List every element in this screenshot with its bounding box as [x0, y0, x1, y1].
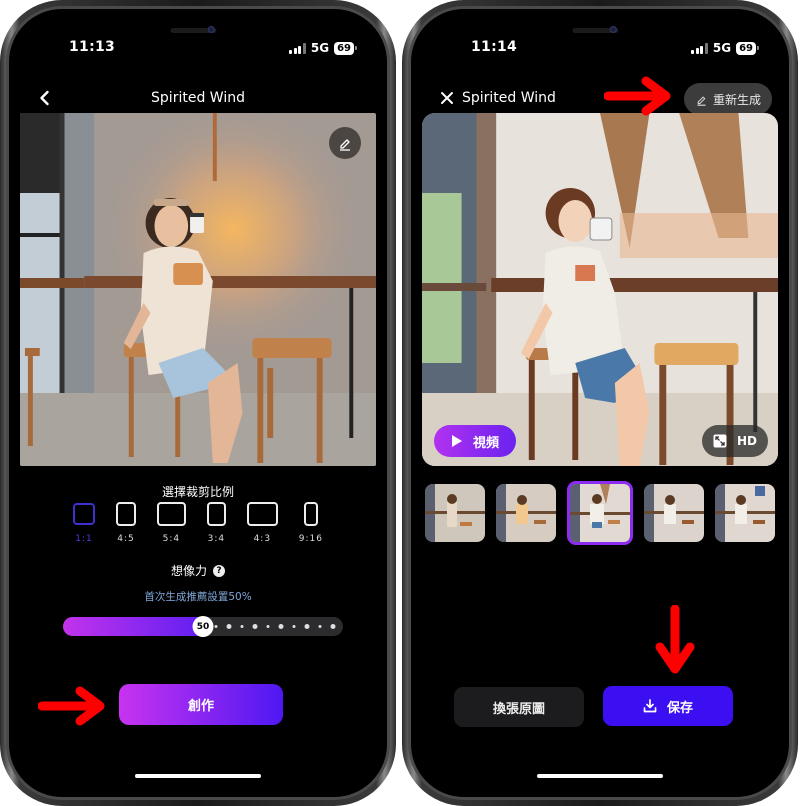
network-type: 5G — [712, 41, 732, 55]
front-camera — [207, 26, 215, 33]
result-thumbnails — [425, 481, 775, 545]
nav-bar: Spirited Wind 重新生成 — [411, 81, 789, 117]
imagination-slider[interactable]: 50 — [63, 616, 343, 637]
play-icon — [451, 435, 462, 447]
battery-icon: 69 — [736, 41, 759, 55]
save-button[interactable]: 保存 — [603, 686, 733, 726]
slider-tick — [304, 624, 310, 629]
front-camera — [609, 26, 617, 33]
signal-icon — [289, 42, 306, 54]
regenerate-label: 重新生成 — [712, 92, 761, 107]
battery-icon: 69 — [334, 41, 357, 55]
slider-tick — [318, 625, 322, 628]
home-indicator — [135, 774, 261, 778]
generated-anime-image: 視頻 HD — [422, 113, 778, 466]
thumbnail-3-selected[interactable] — [567, 481, 633, 545]
screen-result: 11:14 5G 69 Spirited Wind 重新生成 視頻 HD 換張原… — [411, 9, 789, 797]
swap-original-button[interactable]: 換張原圖 — [454, 687, 584, 727]
imagination-title: 想像力 ? — [9, 562, 387, 579]
page-title: Spirited Wind — [151, 90, 245, 106]
create-button[interactable]: 創作 — [119, 684, 283, 725]
slider-tick — [278, 624, 284, 629]
status-bar: 11:14 5G 69 — [411, 39, 789, 59]
home-indicator — [537, 774, 663, 778]
annotation-arrow-right — [38, 686, 105, 726]
imagination-label: 想像力 — [170, 564, 207, 578]
slider-tick — [266, 625, 270, 628]
battery-level: 69 — [334, 41, 354, 55]
crop-ratio-options: 1:1 4:5 5:4 3:4 4:3 9:16 — [73, 501, 323, 544]
slider-tick — [252, 624, 258, 629]
annotation-arrow-down — [655, 605, 695, 674]
slider-tick — [226, 624, 232, 629]
hd-label: HD — [736, 434, 757, 448]
page-title: Spirited Wind — [462, 90, 556, 106]
status-bar: 11:13 5G 69 — [9, 39, 387, 59]
ratio-option-3-4[interactable]: 3:4 — [206, 501, 226, 544]
pencil-icon — [340, 139, 350, 151]
close-icon[interactable] — [438, 89, 456, 107]
original-photo — [20, 113, 376, 466]
ratio-option-1-1[interactable]: 1:1 — [73, 501, 95, 544]
crop-ratio-title: 選擇裁剪比例 — [161, 485, 234, 499]
signal-icon — [691, 42, 708, 54]
slider-knob[interactable]: 50 — [192, 616, 214, 637]
ratio-option-9-16[interactable]: 9:16 — [299, 501, 323, 544]
status-time: 11:14 — [471, 39, 518, 55]
nav-bar: Spirited Wind — [9, 81, 387, 117]
download-icon — [643, 699, 657, 713]
regenerate-button[interactable]: 重新生成 — [683, 83, 772, 115]
slider-tick — [292, 625, 296, 628]
ratio-option-4-5[interactable]: 4:5 — [115, 501, 136, 544]
ratio-option-5-4[interactable]: 5:4 — [156, 501, 186, 544]
slider-tick — [330, 624, 336, 629]
network-type: 5G — [310, 41, 330, 55]
thumbnail-4[interactable] — [644, 484, 704, 542]
video-button[interactable]: 視頻 — [434, 425, 516, 457]
slider-tick — [214, 625, 218, 628]
screen-create: 11:13 5G 69 Spirited Wind 選擇裁剪比例 1:1 4:5… — [9, 9, 387, 797]
battery-level: 69 — [736, 41, 756, 55]
status-time: 11:13 — [69, 39, 116, 55]
pencil-icon — [697, 96, 706, 106]
help-icon[interactable]: ? — [213, 564, 225, 577]
thumbnail-2[interactable] — [496, 484, 556, 542]
expand-icon — [713, 434, 727, 448]
phone-frame-right: 11:14 5G 69 Spirited Wind 重新生成 視頻 HD 換張原… — [402, 0, 798, 806]
edit-photo-button[interactable] — [329, 127, 361, 159]
annotation-arrow-right — [604, 76, 671, 116]
slider-tick — [240, 625, 244, 628]
thumbnail-1[interactable] — [425, 484, 485, 542]
ratio-option-4-3[interactable]: 4:3 — [246, 501, 278, 544]
save-label: 保存 — [666, 700, 693, 716]
slider-fill — [63, 617, 213, 636]
imagination-hint: 首次生成推薦設置50% — [144, 591, 252, 603]
thumbnail-5[interactable] — [715, 484, 775, 542]
hd-button[interactable]: HD — [702, 425, 768, 457]
video-label: 視頻 — [472, 435, 499, 451]
